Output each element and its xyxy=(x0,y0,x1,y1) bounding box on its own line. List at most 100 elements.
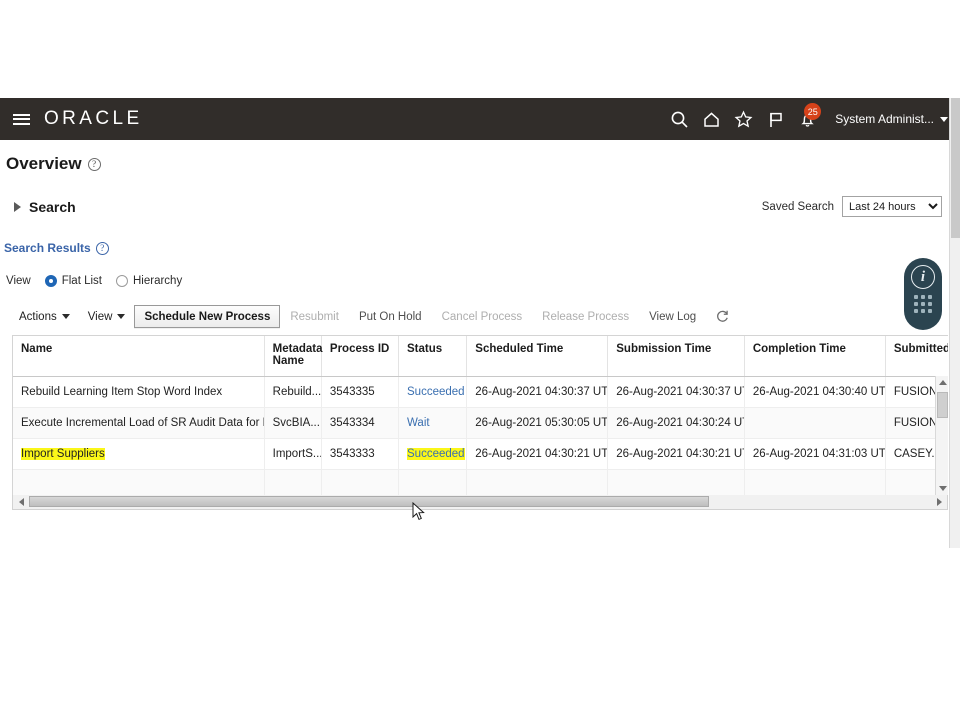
cell-process-id xyxy=(321,469,400,495)
actions-menu-button[interactable]: Actions xyxy=(10,308,79,326)
chevron-down-icon xyxy=(117,314,126,319)
cell-status[interactable]: Wait xyxy=(398,407,468,439)
status-link[interactable]: Succeeded xyxy=(407,386,465,398)
app-grid-icon[interactable] xyxy=(914,295,932,313)
view-log-button[interactable]: View Log xyxy=(639,305,706,328)
highlighted-status-text[interactable]: Succeeded xyxy=(407,447,465,460)
notifications-bell-icon[interactable]: 25 xyxy=(791,98,823,140)
cell-name[interactable]: Import Suppliers xyxy=(13,438,265,470)
search-results-help-icon[interactable]: ? xyxy=(95,241,109,255)
radio-unselected-icon[interactable] xyxy=(115,275,128,287)
user-menu-label: System Administ... xyxy=(835,112,934,126)
cell-status[interactable]: Succeeded xyxy=(398,376,468,408)
header-actions: 25 System Administ... xyxy=(663,98,960,140)
cell-process-id: 3543333 xyxy=(321,438,400,470)
refresh-icon[interactable] xyxy=(710,305,734,328)
status-link[interactable]: Wait xyxy=(407,417,430,429)
column-header-submission-time[interactable]: Submission Time xyxy=(607,336,745,377)
saved-search-select[interactable]: Last 24 hours xyxy=(842,196,942,217)
search-results-header: Search Results ? xyxy=(0,217,960,255)
table-header-row: Name Metadata Name Process ID Status Sch… xyxy=(13,336,948,377)
column-header-metadata-name[interactable]: Metadata Name xyxy=(264,336,323,377)
cell-scheduled-time: 26-Aug-2021 04:30:37 UTC xyxy=(466,376,609,408)
resubmit-button: Resubmit xyxy=(280,305,349,328)
oracle-fusion-app-window: ORACLE 25 System Administ... Overview ? … xyxy=(0,98,960,548)
screenshot-canvas: ORACLE 25 System Administ... Overview ? … xyxy=(0,0,960,720)
release-process-button: Release Process xyxy=(532,305,639,328)
table-row[interactable]: Rebuild Learning Item Stop Word Index Re… xyxy=(13,376,948,408)
search-disclosure-toggle[interactable]: Search xyxy=(0,199,76,215)
search-section-label: Search xyxy=(29,198,76,215)
actions-menu-label: Actions xyxy=(19,310,57,323)
cell-completion-time xyxy=(744,469,886,495)
scroll-up-arrow-icon[interactable] xyxy=(936,376,948,389)
table-row[interactable]: Import Suppliers ImportS... 3543333 Succ… xyxy=(13,438,948,470)
column-header-submitted-by[interactable]: Submitted By xyxy=(885,336,948,377)
table-toolbar: Actions View Schedule New Process Resubm… xyxy=(0,287,960,328)
cell-metadata-name: SvcBIA... xyxy=(264,407,322,439)
saved-search-group: Saved Search Last 24 hours xyxy=(762,196,960,217)
cell-submission-time: 26-Aug-2021 04:30:24 UTC xyxy=(607,407,745,439)
cell-submission-time: 26-Aug-2021 04:30:21 UTC xyxy=(607,438,745,470)
cell-status[interactable] xyxy=(398,469,468,495)
column-header-scheduled-time[interactable]: Scheduled Time xyxy=(466,336,609,377)
table-row-partial[interactable] xyxy=(13,469,948,495)
search-icon[interactable] xyxy=(663,98,695,140)
cell-scheduled-time: 26-Aug-2021 04:30:21 UTC xyxy=(466,438,609,470)
infolet-panel-tab[interactable]: i xyxy=(904,258,942,330)
horizontal-scroll-thumb[interactable] xyxy=(29,496,709,507)
page-body: Overview ? Search Saved Search Last 24 h… xyxy=(0,140,960,510)
triangle-right-icon xyxy=(14,201,21,212)
view-menu-button[interactable]: View xyxy=(79,308,135,326)
column-header-status[interactable]: Status xyxy=(398,336,468,377)
cell-completion-time: 26-Aug-2021 04:30:40 UTC xyxy=(744,376,886,408)
global-header: ORACLE 25 System Administ... xyxy=(0,98,960,140)
column-header-name[interactable]: Name xyxy=(13,336,265,377)
hamburger-icon[interactable] xyxy=(0,98,42,140)
scroll-right-arrow-icon[interactable] xyxy=(932,495,946,508)
page-title: Overview xyxy=(6,154,82,173)
table-vertical-scrollbar[interactable] xyxy=(935,376,948,495)
table-horizontal-scrollbar[interactable] xyxy=(12,495,948,510)
schedule-new-process-button[interactable]: Schedule New Process xyxy=(134,305,281,328)
page-scroll-thumb[interactable] xyxy=(951,98,960,238)
scroll-left-arrow-icon[interactable] xyxy=(14,495,28,508)
scroll-down-arrow-icon[interactable] xyxy=(936,482,948,495)
cell-scheduled-time: 26-Aug-2021 05:30:05 UTC xyxy=(466,407,609,439)
column-header-completion-time[interactable]: Completion Time xyxy=(744,336,886,377)
cell-process-id: 3543335 xyxy=(321,376,400,408)
view-option-flat-list-label: Flat List xyxy=(61,275,102,287)
saved-search-label: Saved Search xyxy=(761,200,834,213)
cell-completion-time xyxy=(744,407,886,439)
favorites-star-icon[interactable] xyxy=(727,98,759,140)
oracle-logo: ORACLE xyxy=(44,108,143,129)
highlighted-name-text[interactable]: Import Suppliers xyxy=(21,447,105,460)
home-icon[interactable] xyxy=(695,98,727,140)
cell-name[interactable]: Rebuild Learning Item Stop Word Index xyxy=(13,376,265,408)
process-results-table: Name Metadata Name Process ID Status Sch… xyxy=(12,335,948,495)
cell-submission-time xyxy=(607,469,745,495)
view-mode-label: View xyxy=(6,275,31,287)
view-mode-group: View Flat List Hierarchy xyxy=(0,255,960,287)
radio-selected-icon[interactable] xyxy=(44,275,57,287)
page-help-icon[interactable]: ? xyxy=(87,157,101,171)
search-region: Search Saved Search Last 24 hours xyxy=(0,174,960,217)
cell-name[interactable] xyxy=(13,469,265,495)
results-grid: Name Metadata Name Process ID Status Sch… xyxy=(13,336,948,495)
search-results-label[interactable]: Search Results xyxy=(4,241,91,255)
cell-name[interactable]: Execute Incremental Load of SR Audit Dat… xyxy=(13,407,265,439)
put-on-hold-button[interactable]: Put On Hold xyxy=(349,305,432,328)
cell-submission-time: 26-Aug-2021 04:30:37 UTC xyxy=(607,376,745,408)
user-menu-button[interactable]: System Administ... xyxy=(823,112,952,126)
vertical-scroll-thumb[interactable] xyxy=(937,392,948,418)
view-option-hierarchy[interactable]: Hierarchy xyxy=(115,275,183,287)
column-header-process-id[interactable]: Process ID xyxy=(321,336,400,377)
view-option-hierarchy-label: Hierarchy xyxy=(132,275,183,287)
table-row[interactable]: Execute Incremental Load of SR Audit Dat… xyxy=(13,407,948,439)
info-icon[interactable]: i xyxy=(911,265,935,289)
app-page-scrollbar[interactable] xyxy=(949,98,960,548)
cell-status[interactable]: Succeeded xyxy=(398,438,468,470)
view-option-flat-list[interactable]: Flat List xyxy=(44,275,102,287)
notification-badge: 25 xyxy=(804,103,822,120)
flag-icon[interactable] xyxy=(759,98,791,140)
